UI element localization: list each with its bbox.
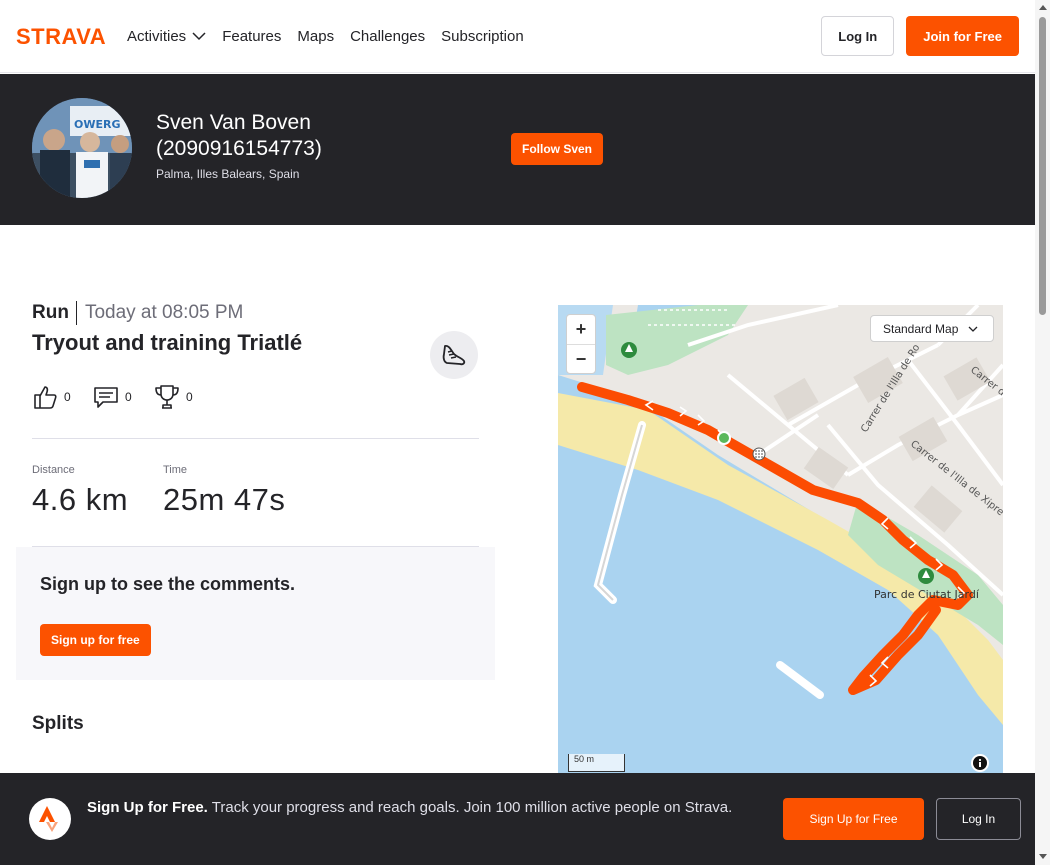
top-navigation: STRAVA Activities Features Maps Challeng… — [0, 0, 1035, 73]
comments-count-value: 0 — [125, 390, 132, 404]
running-shoe-icon — [442, 344, 466, 366]
nav-activities[interactable]: Activities — [127, 28, 206, 45]
route-map[interactable]: Carrer de l'Illa de Ro Carrer de l'Illa … — [558, 305, 1003, 775]
nav-maps-label: Maps — [297, 27, 335, 45]
activity-date: Today at 08:05 PM — [84, 301, 244, 323]
login-button[interactable]: Log In — [821, 16, 895, 56]
zoom-controls: + − — [566, 314, 596, 374]
nav-maps[interactable]: Maps — [297, 28, 334, 45]
follow-button[interactable]: Follow Sven — [511, 133, 604, 165]
strava-logo-badge — [29, 798, 71, 840]
nav-features[interactable]: Features — [222, 28, 281, 45]
banner-login-button[interactable]: Log In — [936, 798, 1021, 840]
divider — [32, 438, 479, 439]
stat-time-value: 25m 47s — [163, 482, 286, 517]
trophy-icon — [155, 385, 179, 409]
comments-signup-box: Sign up to see the comments. Sign up for… — [16, 547, 495, 680]
achievements-count-value: 0 — [186, 390, 193, 404]
map-canvas: Carrer de l'Illa de Ro Carrer de l'Illa … — [558, 305, 1003, 775]
achievements-count[interactable]: 0 — [154, 384, 215, 410]
stat-time: Time 25m 47s — [163, 464, 285, 518]
nav-challenges[interactable]: Challenges — [350, 28, 425, 45]
banner-signup-button[interactable]: Sign Up for Free — [783, 798, 924, 840]
stat-distance-value: 4.6 km — [32, 482, 129, 517]
nav-actions: Log In Join for Free — [821, 16, 1019, 56]
athlete-location: Palma, Illes Balears, Spain — [156, 167, 300, 181]
comments-signup-button[interactable]: Sign up for free — [40, 624, 151, 656]
kudos-count[interactable]: 0 — [32, 384, 93, 410]
stat-time-label: Time — [163, 464, 188, 476]
join-button[interactable]: Join for Free — [906, 16, 1019, 56]
zoom-out-button[interactable]: − — [567, 344, 595, 373]
comments-signup-title: Sign up to see the comments. — [40, 574, 296, 594]
banner-text: Sign Up for Free. Track your progress an… — [87, 797, 757, 819]
comments-count[interactable]: 0 — [93, 384, 154, 410]
scroll-down-arrow[interactable] — [1039, 854, 1047, 859]
start-marker — [717, 431, 731, 445]
strava-chevron-icon — [39, 806, 58, 832]
activity-title: Tryout and training Triatlé — [32, 330, 303, 355]
nav-activities-label: Activities — [127, 27, 187, 45]
map-style-label: Standard Map — [883, 321, 959, 336]
gear-shoe-button[interactable] — [430, 331, 478, 379]
svg-text:OWERG: OWERG — [74, 118, 121, 131]
park-label: Parc de Ciutat Jardí — [874, 588, 980, 601]
comment-icon — [94, 387, 118, 408]
brand-wordmark: STRAVA — [16, 26, 106, 46]
nav-subscription-label: Subscription — [441, 27, 524, 45]
chevron-down-icon — [968, 326, 978, 332]
map-style-select[interactable]: Standard Map — [870, 315, 994, 342]
banner-headline: Sign Up for Free. — [87, 799, 208, 816]
splits-heading: Splits — [32, 713, 84, 734]
stat-distance-label: Distance — [32, 464, 75, 476]
scrollbar[interactable] — [1035, 0, 1050, 865]
chevron-down-icon — [192, 32, 206, 41]
info-icon — [973, 756, 987, 770]
map-info-button[interactable] — [971, 754, 989, 772]
scroll-thumb[interactable] — [1039, 17, 1046, 315]
activity-type: Run — [32, 300, 77, 325]
stat-distance: Distance 4.6 km — [32, 464, 128, 518]
thumbs-up-icon — [34, 386, 57, 409]
nav-links: Activities Features Maps Challenges Subs… — [127, 28, 524, 45]
strava-logo[interactable]: STRAVA — [16, 26, 111, 46]
kudos-count-value: 0 — [64, 390, 71, 404]
nav-challenges-label: Challenges — [350, 27, 426, 45]
athlete-name[interactable]: Sven Van Boven (2090916154773) — [156, 110, 376, 162]
page: STRAVA Activities Features Maps Challeng… — [0, 0, 1050, 865]
athlete-header: OWERG Sven Van Boven (2090916154773) Pal… — [0, 74, 1035, 225]
activity-type-row: Run Today at 08:05 PM — [32, 300, 243, 325]
avatar[interactable]: OWERG — [32, 98, 132, 198]
signup-banner: Sign Up for Free. Track your progress an… — [0, 773, 1035, 865]
map-scale: 50 m — [568, 754, 625, 772]
nav-features-label: Features — [222, 27, 282, 45]
nav-subscription[interactable]: Subscription — [441, 28, 524, 45]
scroll-up-arrow[interactable] — [1039, 5, 1047, 10]
zoom-in-button[interactable]: + — [567, 315, 595, 344]
banner-body: Track your progress and reach goals. Joi… — [211, 799, 733, 816]
activity-social-counts: 0 0 0 — [32, 384, 215, 410]
